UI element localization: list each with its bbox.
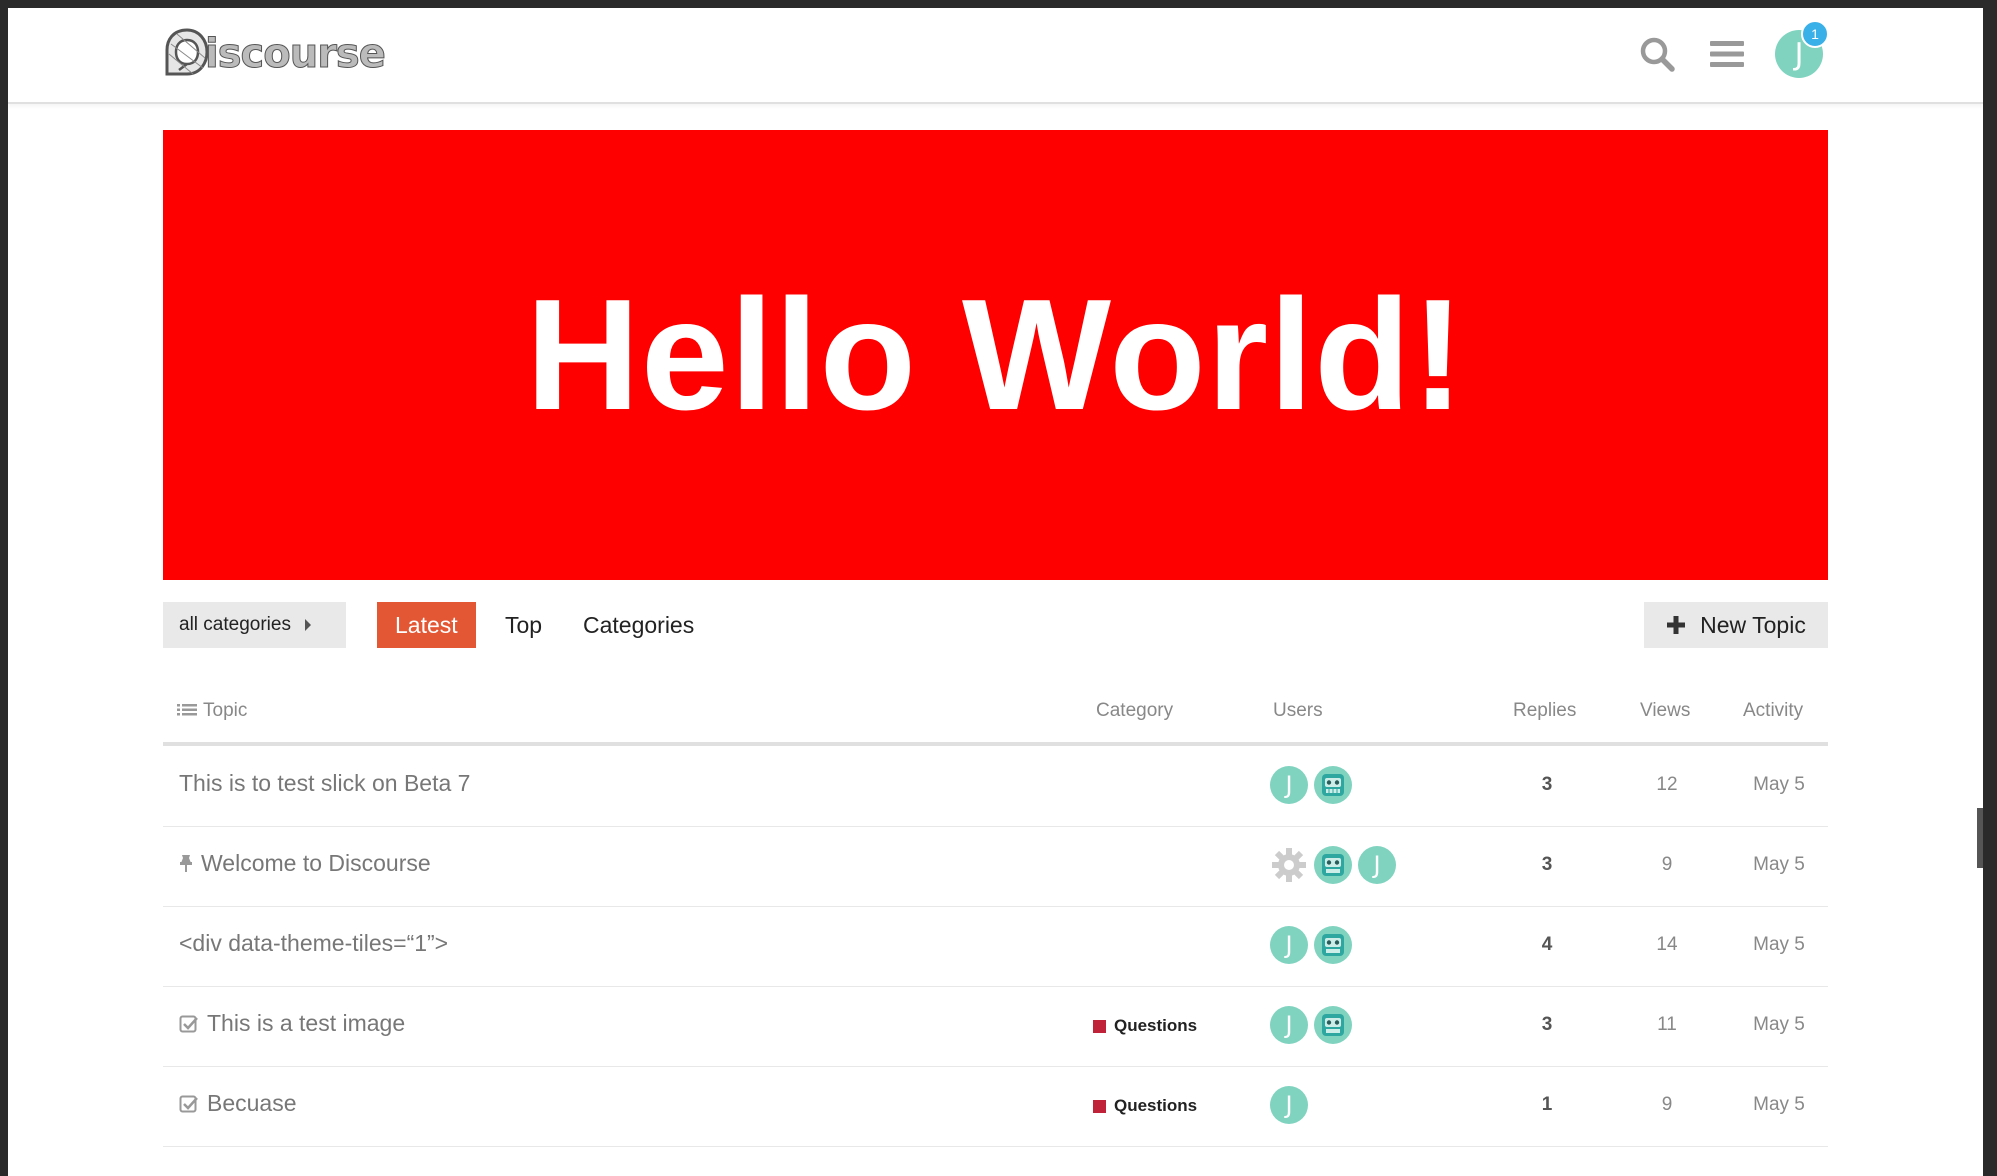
topic-title-link[interactable]: <div data-theme-tiles=“1”> <box>179 930 448 957</box>
activity-date[interactable]: May 5 <box>1739 1014 1819 1036</box>
activity-date[interactable]: May 5 <box>1739 774 1819 796</box>
category-name: Questions <box>1114 1096 1198 1115</box>
activity-date[interactable]: May 5 <box>1739 854 1819 876</box>
topic-list-header: Topic Category Users Replies Views Activ… <box>163 680 1828 746</box>
robot-avatar-icon[interactable] <box>1314 926 1352 964</box>
category-name: Questions <box>1114 1016 1198 1035</box>
user-avatar[interactable]: J <box>1270 766 1308 804</box>
activity-date[interactable]: May 5 <box>1739 1094 1819 1116</box>
category-color-swatch <box>1093 1099 1106 1113</box>
site-header: iscourse J 1 <box>8 8 1983 104</box>
views-count: 9 <box>1661 1094 1673 1115</box>
replies-column-header[interactable]: Replies <box>1513 700 1576 722</box>
new-topic-label: New Topic <box>1700 611 1806 638</box>
topic-title-link[interactable]: This is to test slick on Beta 7 <box>179 770 470 797</box>
notification-badge: 1 <box>1801 20 1829 48</box>
activity-column-header[interactable]: Activity <box>1743 700 1803 722</box>
discourse-logo-icon <box>165 28 209 76</box>
topic-title-link[interactable]: Becuase <box>179 1090 297 1117</box>
search-icon <box>1640 37 1675 72</box>
site-logo[interactable]: iscourse <box>163 24 387 80</box>
topic-title: This is to test slick on Beta 7 <box>179 770 471 796</box>
tab-categories[interactable]: Categories <box>583 602 694 648</box>
replies-count: 3 <box>1541 774 1553 795</box>
check-square-icon <box>179 1015 198 1032</box>
topic-title: This is a test image <box>207 1010 406 1036</box>
scrollbar-thumb[interactable] <box>1977 808 1983 868</box>
caret-right-icon <box>304 619 311 631</box>
category-color-swatch <box>1093 1019 1106 1033</box>
new-topic-button[interactable]: New Topic <box>1644 602 1828 648</box>
plus-icon <box>1667 616 1686 634</box>
replies-count: 3 <box>1541 854 1553 875</box>
robot-avatar-icon[interactable] <box>1314 846 1352 884</box>
robot-avatar-icon[interactable] <box>1314 1006 1352 1044</box>
category-dropdown[interactable]: all categories <box>163 602 346 648</box>
views-count: 11 <box>1657 1014 1677 1035</box>
topic-users: J <box>1270 926 1352 964</box>
topic-title: Welcome to Discourse <box>201 850 431 876</box>
navigation-bar: all categories Latest Top Categories New… <box>163 602 1828 650</box>
robot-avatar-icon[interactable] <box>1314 766 1352 804</box>
tab-top[interactable]: Top <box>505 602 542 648</box>
gear-avatar-icon[interactable] <box>1270 846 1308 884</box>
category-column-header[interactable]: Category <box>1096 700 1173 722</box>
topic-row[interactable]: This is a test image Questions J 3 11 Ma… <box>163 986 1828 1067</box>
tab-latest[interactable]: Latest <box>377 602 476 648</box>
topic-row[interactable]: This is to test slick on Beta 7 J 3 12 M… <box>163 746 1828 827</box>
check-square-icon <box>179 1095 198 1112</box>
list-icon <box>177 704 197 716</box>
topic-title-link[interactable]: Welcome to Discourse <box>179 850 431 877</box>
user-avatar[interactable]: J <box>1270 1086 1308 1124</box>
page: iscourse J 1 Hello World! all categories… <box>8 8 1983 1176</box>
category-badge[interactable]: Questions <box>1093 1016 1197 1036</box>
topic-users: J <box>1270 846 1396 884</box>
banner-heading: Hello World! <box>525 266 1466 443</box>
topic-row[interactable]: <div data-theme-tiles=“1”> J 4 14 May 5 <box>163 906 1828 987</box>
users-column-header: Users <box>1273 700 1323 721</box>
header-icons: J 1 <box>1635 20 1829 78</box>
activity-date[interactable]: May 5 <box>1739 934 1819 956</box>
user-menu-button[interactable]: J 1 <box>1775 20 1829 78</box>
topic-row[interactable]: Welcome to Discourse J 3 9 May 5 <box>163 826 1828 907</box>
views-column-header[interactable]: Views <box>1640 700 1690 722</box>
replies-count: 1 <box>1541 1094 1553 1115</box>
user-avatar[interactable]: J <box>1270 926 1308 964</box>
user-avatar[interactable]: J <box>1270 1006 1308 1044</box>
topic-header-label: Topic <box>203 700 248 721</box>
hero-banner: Hello World! <box>163 130 1828 580</box>
logo-text: iscourse <box>205 31 387 78</box>
topic-users: J <box>1270 766 1352 804</box>
topic-users: J <box>1270 1006 1352 1044</box>
category-dropdown-label: all categories <box>179 614 291 635</box>
views-count: 12 <box>1656 774 1678 795</box>
menu-button[interactable] <box>1705 32 1749 76</box>
topic-row[interactable]: Becuase Questions J 1 9 May 5 <box>163 1066 1828 1147</box>
pin-icon <box>180 854 192 872</box>
search-button[interactable] <box>1635 32 1679 76</box>
hamburger-icon <box>1710 41 1744 67</box>
views-count: 14 <box>1656 934 1678 955</box>
topic-column-header[interactable]: Topic <box>177 700 247 722</box>
category-badge[interactable]: Questions <box>1093 1096 1197 1116</box>
views-count: 9 <box>1661 854 1673 875</box>
user-avatar[interactable]: J <box>1358 846 1396 884</box>
topic-title: <div data-theme-tiles=“1”> <box>179 930 449 956</box>
replies-count: 4 <box>1541 934 1553 955</box>
topic-users: J <box>1270 1086 1308 1124</box>
replies-count: 3 <box>1541 1014 1553 1035</box>
topic-title: Becuase <box>207 1090 297 1116</box>
topic-title-link[interactable]: This is a test image <box>179 1010 405 1037</box>
